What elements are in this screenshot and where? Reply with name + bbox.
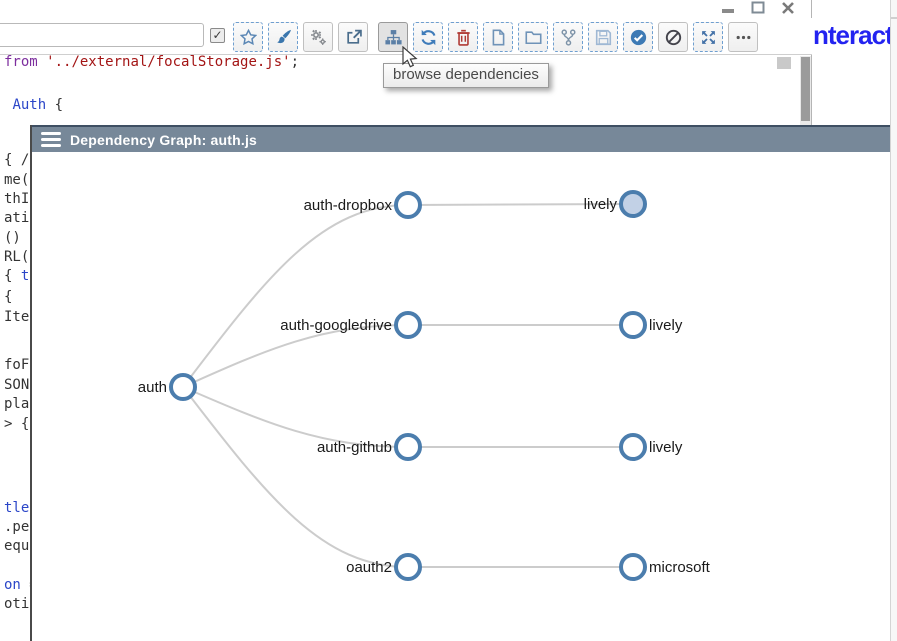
graph-node-auth-github[interactable] xyxy=(396,435,420,459)
hamburger-icon[interactable] xyxy=(41,132,61,147)
graph-node-label: auth-googledrive xyxy=(280,317,392,334)
screen: nteracti ✓ from '../external/focalStorag… xyxy=(0,0,897,641)
graph-node-label: lively xyxy=(649,317,683,334)
graph-node-lively-2[interactable] xyxy=(621,313,645,337)
graph-node-auth[interactable] xyxy=(171,375,195,399)
graph-edge xyxy=(183,387,408,567)
dependency-graph: auth auth-dropbox lively auth-googledrive li… xyxy=(32,152,890,641)
dependency-graph-panel: Dependency Graph: auth.js auth auth-dropb… xyxy=(30,125,890,641)
graph-node-lively-1[interactable] xyxy=(621,192,645,216)
code-line: Auth { xyxy=(4,97,63,113)
page-scrollbar[interactable] xyxy=(890,0,897,641)
dependency-panel-titlebar[interactable]: Dependency Graph: auth.js xyxy=(32,125,890,152)
graph-node-label: lively xyxy=(649,439,683,456)
graph-node-label: microsoft xyxy=(649,559,711,576)
graph-node-auth-dropbox[interactable] xyxy=(396,193,420,217)
graph-node-microsoft[interactable] xyxy=(621,555,645,579)
editor-scrollbar-thumb[interactable] xyxy=(777,57,791,69)
graph-node-label: auth-github xyxy=(317,439,392,456)
graph-node-label: oauth2 xyxy=(346,559,392,576)
code-line: from '../external/focalStorage.js'; xyxy=(4,54,299,70)
mouse-cursor-icon xyxy=(401,46,421,77)
graph-node-label: auth xyxy=(138,379,167,396)
window-scrollbar-thumb[interactable] xyxy=(801,57,810,121)
graph-node-oauth2[interactable] xyxy=(396,555,420,579)
graph-node-lively-3[interactable] xyxy=(621,435,645,459)
dependency-panel-title: Dependency Graph: auth.js xyxy=(70,132,257,148)
graph-edge xyxy=(183,325,408,387)
code-line: > { xyxy=(4,416,29,432)
graph-node-auth-googledrive[interactable] xyxy=(396,313,420,337)
graph-edge xyxy=(183,205,408,387)
graph-node-label: lively xyxy=(584,196,618,213)
graph-node-label: auth-dropbox xyxy=(304,197,393,214)
graph-edge xyxy=(183,387,408,447)
code-line: { xyxy=(4,289,12,305)
page-heading: nteracti xyxy=(813,20,890,58)
page-scrollbar-notch xyxy=(891,17,897,19)
